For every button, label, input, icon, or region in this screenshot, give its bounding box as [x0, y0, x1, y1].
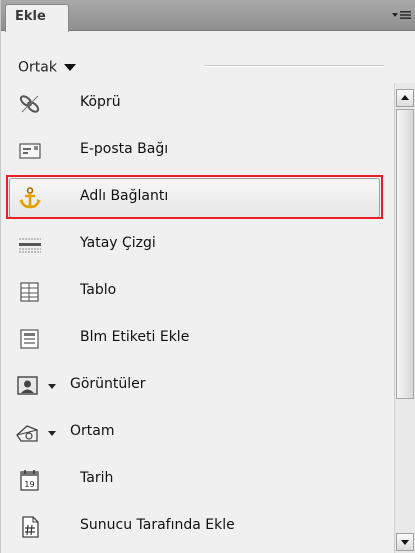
- category-label: Ortak: [18, 59, 57, 76]
- list-item-date[interactable]: 19 Tarih: [1, 456, 389, 502]
- item-label: Adlı Bağlantı: [80, 188, 169, 204]
- category-dropdown[interactable]: Ortak: [18, 57, 76, 79]
- hyperlink-icon: [17, 92, 43, 116]
- tab-ekle[interactable]: Ekle: [5, 4, 69, 32]
- chevron-down-icon[interactable]: [48, 384, 56, 389]
- item-label: Ortam: [70, 423, 115, 439]
- item-label: Yatay Çizgi: [80, 235, 156, 251]
- divider: [204, 65, 384, 67]
- list-item-server-side-include[interactable]: Sunucu Tarafında Ekle: [1, 503, 389, 549]
- list-item-table[interactable]: Tablo: [1, 268, 389, 314]
- panel-menu-icon[interactable]: [388, 5, 414, 25]
- media-icon: [15, 421, 41, 445]
- table-icon: [17, 280, 43, 304]
- red-outline: [6, 175, 383, 219]
- list-item-email-link[interactable]: E-posta Bağı: [1, 127, 389, 173]
- item-label: Tablo: [80, 282, 117, 298]
- item-label: Görüntüler: [70, 376, 146, 392]
- named-anchor-icon: [17, 186, 43, 210]
- scroll-up-button[interactable]: [396, 89, 414, 107]
- tab-label: Ekle: [15, 9, 46, 24]
- svg-text:19: 19: [24, 480, 34, 489]
- chevron-down-icon: [63, 64, 76, 71]
- insert-panel: Ekle Ortak Köprü E-posta Bağı Adlı Bağla…: [0, 0, 415, 553]
- panel-tab-bar: Ekle: [1, 0, 415, 32]
- email-link-icon: [17, 139, 43, 163]
- vertical-scrollbar[interactable]: [394, 83, 415, 553]
- list-item-horizontal-rule[interactable]: Yatay Çizgi: [1, 221, 389, 267]
- item-label: Köprü: [80, 94, 121, 110]
- item-label: E-posta Bağı: [80, 141, 169, 157]
- chevron-down-icon[interactable]: [48, 431, 56, 436]
- server-side-include-icon: [17, 515, 43, 539]
- list-item-named-anchor[interactable]: Adlı Bağlantı: [1, 174, 389, 220]
- list-item-insert-div[interactable]: Blm Etiketi Ekle: [1, 315, 389, 361]
- item-label: Sunucu Tarafında Ekle: [80, 517, 235, 533]
- list-item-media[interactable]: Ortam: [1, 409, 389, 455]
- scroll-thumb[interactable]: [396, 109, 414, 399]
- horizontal-rule-icon: [17, 233, 43, 257]
- item-label: Tarih: [80, 470, 114, 486]
- images-icon: [15, 374, 41, 398]
- list-item-images[interactable]: Görüntüler: [1, 362, 389, 408]
- insert-div-tag-icon: [17, 327, 43, 351]
- item-label: Blm Etiketi Ekle: [80, 329, 190, 345]
- list-item-hyperlink[interactable]: Köprü: [1, 80, 389, 126]
- date-icon: 19: [17, 468, 43, 492]
- scroll-down-button[interactable]: [396, 533, 414, 551]
